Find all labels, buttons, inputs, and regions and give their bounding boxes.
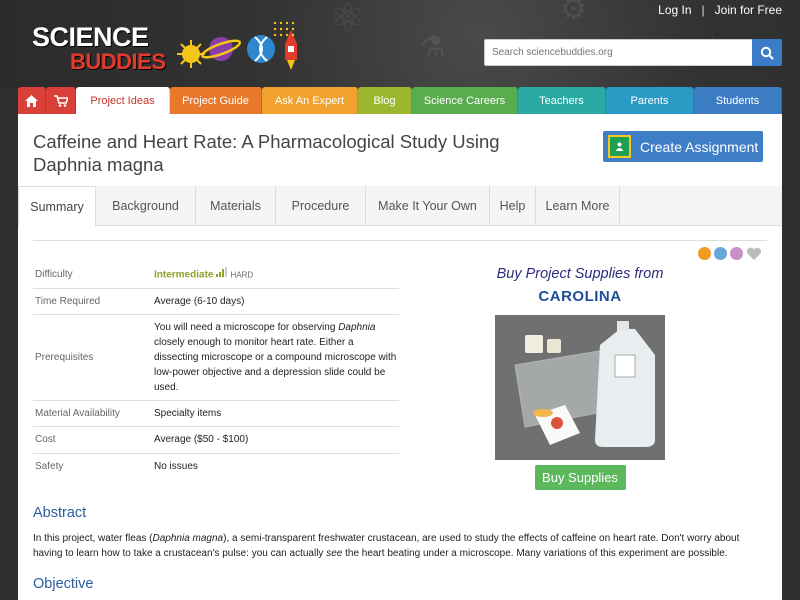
difficulty-bar bbox=[222, 269, 225, 277]
difficulty-level: Intermediate bbox=[154, 269, 214, 280]
difficulty-value-cell: Intermediate HARD bbox=[151, 261, 399, 289]
tab-procedure[interactable]: Procedure bbox=[276, 186, 366, 226]
nav-home[interactable] bbox=[18, 87, 46, 114]
table-row-difficulty: Difficulty Intermediate HARD bbox=[33, 261, 399, 289]
cost-value: Average ($50 - $100) bbox=[151, 426, 399, 454]
table-row-cost: Cost Average ($50 - $100) bbox=[33, 426, 399, 454]
difficulty-bar bbox=[225, 266, 228, 277]
flask-doodle-icon: ⚗ bbox=[420, 31, 446, 62]
login-link[interactable]: Log In bbox=[658, 3, 691, 17]
print-icon[interactable] bbox=[714, 247, 727, 260]
difficulty-bar bbox=[219, 271, 222, 277]
safety-label: Safety bbox=[35, 460, 64, 472]
project-summary-table: Difficulty Intermediate HARD Time Require… bbox=[33, 261, 399, 479]
safety-value: No issues bbox=[154, 460, 198, 472]
create-assignment-button[interactable]: Create Assignment bbox=[603, 131, 763, 162]
table-row-material: Material Availability Specialty items bbox=[33, 400, 399, 427]
create-assignment-label: Create Assignment bbox=[640, 138, 759, 155]
cost-label: Cost bbox=[33, 426, 151, 454]
difficulty-bars-icon bbox=[216, 266, 228, 283]
tab-learn-more[interactable]: Learn More bbox=[536, 186, 620, 226]
table-row-time: Time Required Average (6-10 days) bbox=[33, 288, 399, 315]
prereq-text-2: closely enough to monitor heart rate. Ei… bbox=[154, 336, 397, 393]
nav-science-careers[interactable]: Science Careers bbox=[412, 87, 518, 114]
nav-project-guide[interactable]: Project Guide bbox=[170, 87, 262, 114]
nav-project-ideas[interactable]: Project Ideas bbox=[76, 87, 170, 114]
material-value: Specialty items bbox=[151, 400, 399, 427]
search-icon bbox=[760, 46, 774, 60]
search-button[interactable] bbox=[752, 39, 782, 66]
prereq-text-1: You will need a microscope for observing bbox=[154, 321, 339, 333]
supplies-heading: Buy Project Supplies from bbox=[496, 266, 664, 282]
search-bar bbox=[484, 39, 782, 66]
tab-materials[interactable]: Materials bbox=[196, 186, 276, 226]
email-icon[interactable] bbox=[730, 247, 743, 260]
nav-ask-an-expert[interactable]: Ask An Expert bbox=[262, 87, 358, 114]
logo-word-buddies: BUDDIES bbox=[70, 49, 166, 74]
material-label: Material Availability bbox=[33, 400, 151, 427]
nav-blog[interactable]: Blog bbox=[358, 87, 412, 114]
abstract-italic-2: see bbox=[326, 548, 343, 559]
prereq-italic: Daphnia bbox=[338, 321, 376, 333]
time-label: Time Required bbox=[33, 288, 151, 315]
table-row-prerequisites: Prerequisites You will need a microscope… bbox=[33, 314, 399, 401]
project-tabs: Summary Background Materials Procedure M… bbox=[18, 186, 782, 227]
nav-cart[interactable] bbox=[46, 87, 76, 114]
account-links: Log In | Join for Free bbox=[658, 3, 782, 17]
abstract-italic-1: Daphnia magna bbox=[152, 533, 224, 544]
abstract-heading: Abstract bbox=[33, 505, 87, 521]
abstract-text: In this project, water fleas (Daphnia ma… bbox=[33, 531, 768, 561]
link-separator: | bbox=[701, 3, 705, 17]
join-link[interactable]: Join for Free bbox=[715, 3, 782, 17]
nav-students[interactable]: Students bbox=[694, 87, 782, 114]
nav-teachers[interactable]: Teachers bbox=[518, 87, 606, 114]
difficulty-label: Difficulty bbox=[33, 261, 151, 289]
google-classroom-icon bbox=[608, 135, 631, 158]
page-title: Caffeine and Heart Rate: A Pharmacologic… bbox=[33, 131, 500, 175]
science-buddies-logo[interactable]: SCIENCE BUDDIES bbox=[32, 21, 302, 76]
abstract-part-1: In this project, water fleas ( bbox=[33, 533, 153, 544]
atom-doodle-icon: ⚛ bbox=[330, 0, 366, 40]
share-icons bbox=[698, 247, 762, 261]
supplies-kit-image[interactable] bbox=[495, 315, 665, 460]
nav-parents[interactable]: Parents bbox=[606, 87, 694, 114]
site-header: ⚛ ⚗ ⚙ ✦ SCIENCE BUDDIES bbox=[0, 0, 800, 88]
difficulty-bar bbox=[216, 274, 219, 277]
tab-background[interactable]: Background bbox=[96, 186, 196, 226]
prerequisites-label: Prerequisites bbox=[33, 314, 151, 401]
rss-icon[interactable] bbox=[698, 247, 711, 260]
tab-help[interactable]: Help bbox=[490, 186, 536, 226]
tab-make-it-your-own[interactable]: Make It Your Own bbox=[366, 186, 490, 226]
buy-supplies-button[interactable]: Buy Supplies bbox=[534, 465, 626, 490]
supplies-panel: Buy Project Supplies from CAROLINA Buy S… bbox=[488, 266, 672, 490]
tab-summary[interactable]: Summary bbox=[18, 186, 96, 227]
search-input[interactable] bbox=[484, 39, 752, 66]
prerequisites-value: You will need a microscope for observing… bbox=[151, 314, 399, 401]
time-value: Average (6-10 days) bbox=[151, 288, 399, 315]
main-nav: Project Ideas Project Guide Ask An Exper… bbox=[18, 87, 782, 114]
home-icon bbox=[25, 94, 38, 107]
difficulty-hard: HARD bbox=[230, 270, 254, 279]
gear-doodle-icon: ⚙ bbox=[560, 0, 587, 26]
abstract-part-3: the heart beating under a microscope. Ma… bbox=[342, 548, 728, 559]
objective-heading: Objective bbox=[33, 576, 94, 592]
content-divider bbox=[33, 240, 767, 241]
cart-icon bbox=[53, 94, 68, 107]
table-row-safety: Safety No issues bbox=[33, 453, 399, 479]
heart-icon[interactable] bbox=[746, 247, 762, 261]
carolina-logo[interactable]: CAROLINA bbox=[488, 288, 672, 305]
dots-icon bbox=[273, 21, 295, 37]
content-card: Caffeine and Heart Rate: A Pharmacologic… bbox=[18, 114, 782, 600]
